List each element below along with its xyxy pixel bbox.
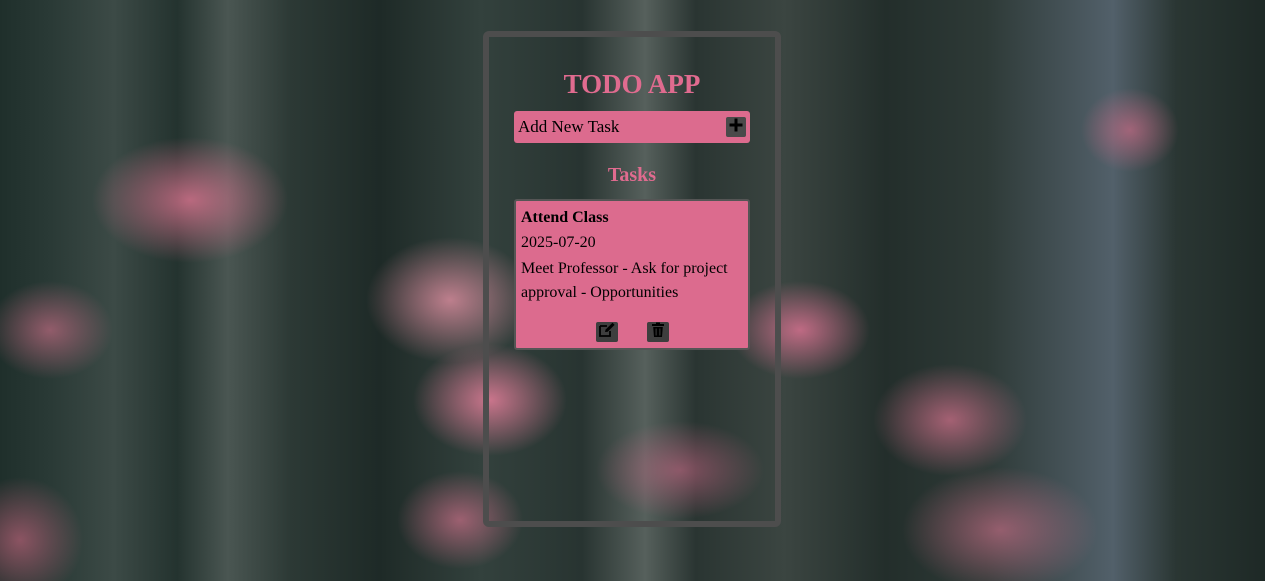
add-task-bar xyxy=(514,111,750,143)
app-title: TODO APP xyxy=(563,69,701,99)
tasks-heading: Tasks xyxy=(607,164,657,186)
delete-task-button[interactable] xyxy=(646,322,669,343)
edit-task-button[interactable] xyxy=(595,322,618,343)
trash-icon xyxy=(651,322,665,343)
plus-icon xyxy=(728,117,744,138)
task-actions xyxy=(516,322,748,342)
edit-icon xyxy=(598,322,616,343)
task-description: Meet Professor - Ask for project approva… xyxy=(521,260,728,301)
add-task-button[interactable] xyxy=(726,117,746,137)
add-task-input[interactable] xyxy=(518,117,718,137)
task-card: Attend Class 2025-07-20 Meet Professor -… xyxy=(514,199,750,350)
todo-app-panel: TODO APP Tasks Attend Class 2025-07-20 M… xyxy=(483,31,781,527)
task-date: 2025-07-20 xyxy=(521,234,596,251)
task-title: Attend Class xyxy=(521,209,609,226)
